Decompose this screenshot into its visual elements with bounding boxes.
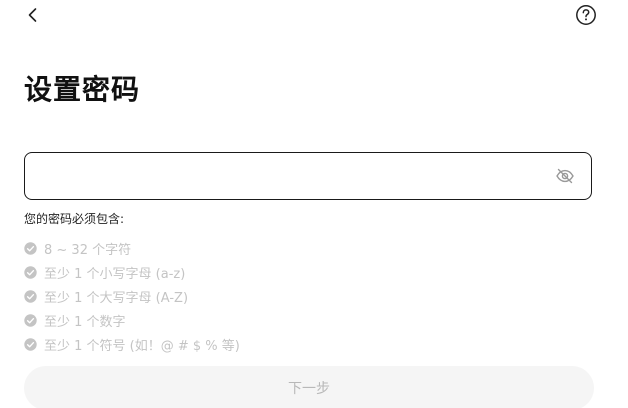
page-title: 设置密码 [24, 73, 141, 106]
rules-title: 您的密码必须包含: [24, 212, 125, 226]
question-circle-icon [576, 5, 596, 25]
password-rule: 至少 1 个小写字母 (a-z) [24, 260, 240, 284]
eye-off-icon [556, 168, 574, 184]
password-rule-label: 至少 1 个数字 [44, 314, 126, 330]
check-circle-icon [24, 289, 37, 303]
check-circle-icon [24, 265, 37, 279]
check-circle-icon [24, 241, 37, 255]
back-button[interactable] [22, 4, 44, 26]
password-rule: 8 ~ 32 个字符 [24, 236, 240, 260]
password-input[interactable] [25, 153, 553, 199]
toggle-visibility-button[interactable] [553, 164, 577, 188]
password-rule: 至少 1 个数字 [24, 308, 240, 332]
password-rule: 至少 1 个大写字母 (A-Z) [24, 284, 240, 308]
password-rule-label: 至少 1 个小写字母 (a-z) [44, 266, 186, 282]
check-circle-icon [24, 313, 37, 327]
password-field[interactable] [24, 152, 592, 200]
password-rule: 至少 1 个符号 (如！@ # $ % 等) [24, 332, 240, 356]
password-rule-label: 至少 1 个大写字母 (A-Z) [44, 290, 189, 306]
password-rule-label: 8 ~ 32 个字符 [44, 242, 132, 258]
set-password-page: 设置密码 您的密码必须包含: 8 ~ 32 个字符至少 1 个小写字母 (a-z… [0, 0, 628, 408]
next-button[interactable]: 下一步 [24, 366, 594, 408]
password-rules-list: 8 ~ 32 个字符至少 1 个小写字母 (a-z) 至少 1 个大写字母 (A-… [24, 236, 240, 356]
password-rule-label: 至少 1 个符号 (如！@ # $ % 等) [44, 338, 240, 354]
help-button[interactable] [575, 4, 597, 26]
chevron-left-icon [28, 8, 37, 22]
check-circle-icon [24, 337, 37, 351]
